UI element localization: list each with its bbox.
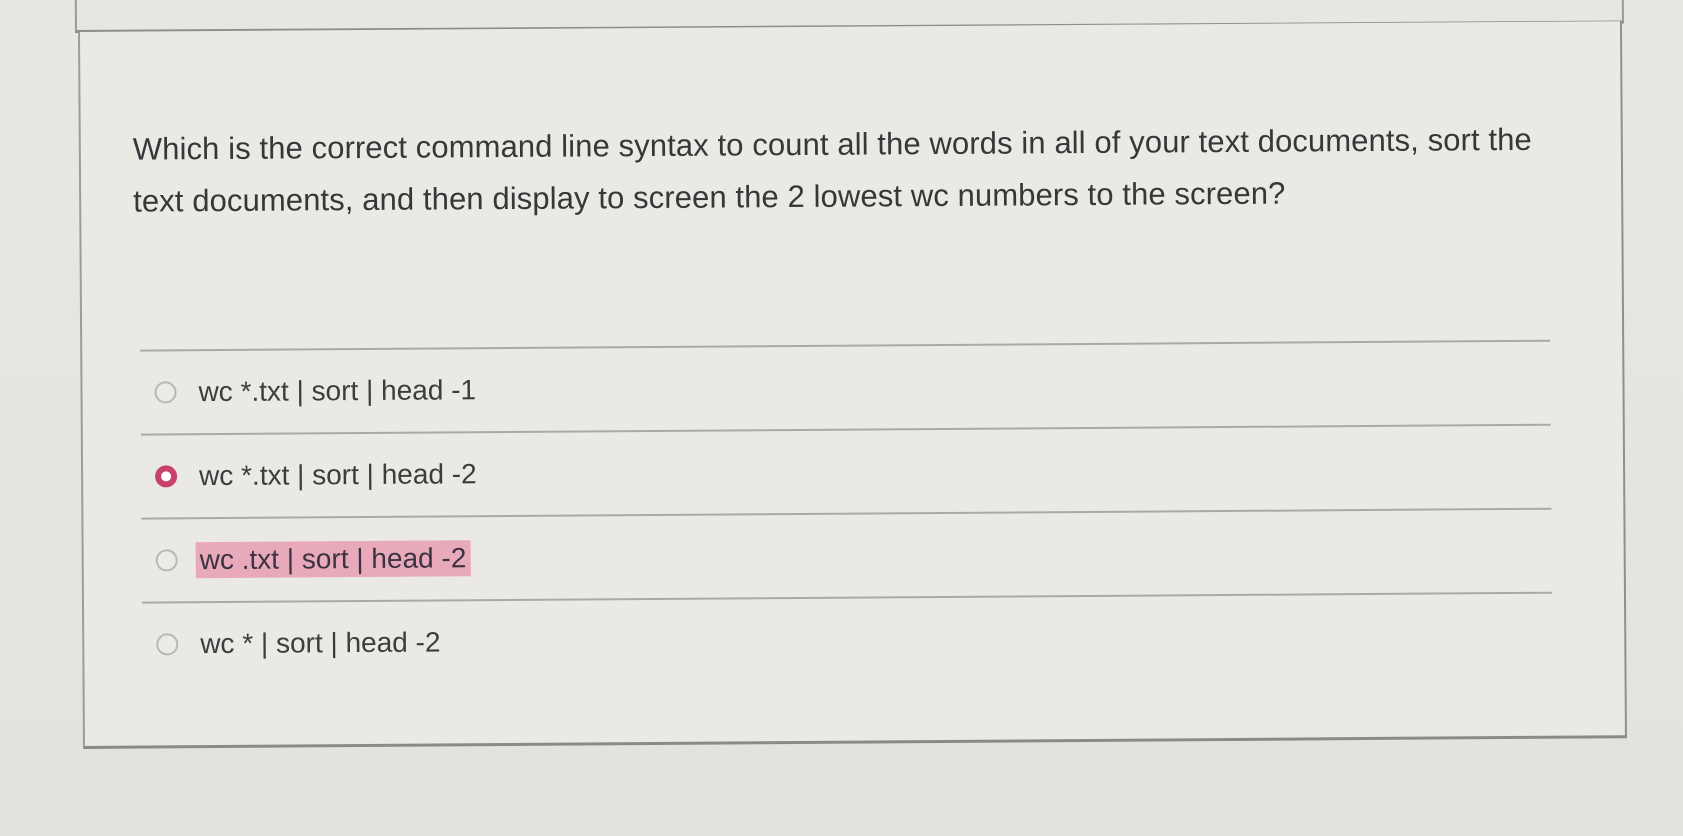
answer-label: wc *.txt | sort | head -2 xyxy=(198,458,477,492)
answer-label-highlighted: wc .txt | sort | head -2 xyxy=(195,540,471,579)
answer-option-2[interactable]: wc *.txt | sort | head -2 xyxy=(141,426,1552,518)
radio-selected-icon[interactable] xyxy=(155,465,178,488)
answer-option-3[interactable]: wc .txt | sort | head -2 xyxy=(141,510,1552,602)
answer-list: wc *.txt | sort | head -1 wc *.txt | sor… xyxy=(140,339,1553,686)
question-card: Which is the correct command line syntax… xyxy=(78,21,1627,749)
radio-unselected-icon[interactable] xyxy=(155,549,178,572)
answer-label: wc * | sort | head -2 xyxy=(200,626,441,660)
answer-option-4[interactable]: wc * | sort | head -2 xyxy=(142,594,1553,686)
radio-unselected-icon[interactable] xyxy=(154,381,177,404)
radio-unselected-icon[interactable] xyxy=(156,633,179,656)
answer-label: wc *.txt | sort | head -1 xyxy=(198,374,477,408)
answer-option-1[interactable]: wc *.txt | sort | head -1 xyxy=(140,342,1551,434)
question-text: Which is the correct command line syntax… xyxy=(132,121,1532,219)
